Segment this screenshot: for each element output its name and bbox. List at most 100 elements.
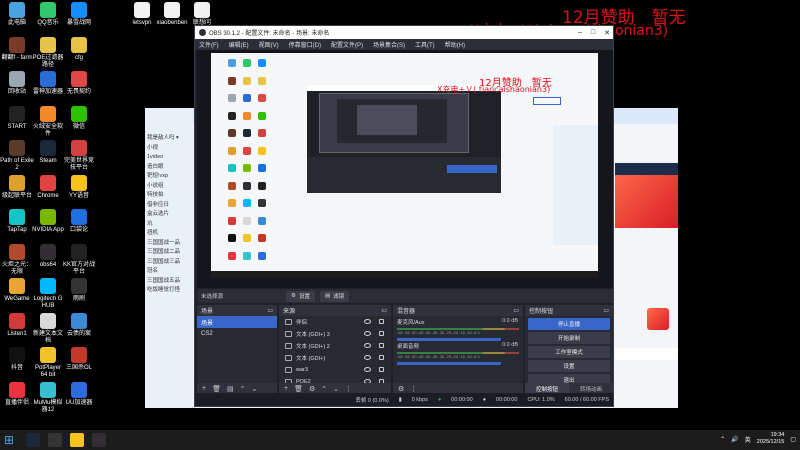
eye-icon[interactable] [364,367,371,372]
menu-item[interactable]: 配置文件(P) [331,40,363,49]
move-down-icon[interactable]: ⌄ [333,385,339,393]
eye-icon[interactable] [364,319,371,324]
desktop-icon[interactable]: KK官方对战平台 [62,243,96,276]
desktop-icon[interactable]: Steam [31,140,65,165]
move-up-icon[interactable]: ⌃ [321,385,327,393]
desktop-icon[interactable]: 暴雪战网 [62,2,96,27]
close-icon[interactable]: ✕ [604,29,610,37]
desktop-icon[interactable]: 口袋论 [62,209,96,234]
dock-menu-icon[interactable]: ▭ [267,307,273,314]
dock-menu-icon[interactable]: ▭ [513,307,519,314]
source-item[interactable]: war3 [279,364,391,376]
obs-preview[interactable]: 12月赞助 暂无 X充电+Ｖ( tiancaishaonian3) [197,50,613,288]
desktop-icon[interactable]: Chrome [31,174,65,200]
volume-slider[interactable] [397,362,501,365]
source-item[interactable]: 文本 (GDI+) 3 [279,328,391,340]
desktop-icon[interactable]: 完美世界竞技平台 [62,140,96,172]
lock-icon[interactable] [379,319,384,324]
desktop-icon[interactable]: 雷神加速器 [31,71,65,96]
add-source-icon[interactable]: + [284,385,288,392]
source-item[interactable]: 伴侣 [279,316,391,328]
clock[interactable]: 19:34 2025/12/15 [757,432,785,446]
desktop-icon[interactable]: WeGame [0,278,34,303]
input-language[interactable]: 英 [745,435,751,444]
add-scene-icon[interactable]: + [202,385,206,392]
source-item[interactable]: 文本 (GDI+) [279,352,391,364]
eye-icon[interactable] [364,343,371,348]
delete-source-icon[interactable]: 🗑 [294,385,303,393]
desktop-icon[interactable]: UU加速器 [62,381,96,407]
control-button[interactable]: 停止直播 [528,318,610,330]
eye-icon[interactable] [364,331,371,336]
eye-icon[interactable] [364,355,371,360]
menu-item[interactable]: 文件(F) [199,40,219,49]
desktop-icon[interactable]: Logitech G HUB [31,278,65,310]
desktop-icon[interactable]: 抖音 [0,347,34,372]
lock-icon[interactable] [379,331,384,336]
chevron-up-icon[interactable]: ⌃ [720,436,725,443]
desktop-icon[interactable]: 翻翻f - farm [0,36,34,62]
lock-icon[interactable] [379,355,384,360]
desktop-icon[interactable]: 雨刷 [62,278,96,303]
delete-scene-icon[interactable]: 🗑 [212,385,221,393]
desktop-icon[interactable]: 无畏契约 [62,71,96,96]
desktop-icon[interactable]: 回收站 [0,71,34,96]
desktop-icon[interactable]: 火绒安全软件 [31,105,65,138]
scene-filter-icon[interactable]: ▤ [227,385,234,393]
obs-yy-icon[interactable] [70,433,84,447]
desktop-icon[interactable]: obs64 [31,243,65,269]
desktop-icon[interactable]: START [0,105,34,131]
desktop-icon[interactable]: Listen1 [0,312,34,338]
lock-icon[interactable] [379,343,384,348]
desktop-icon[interactable]: 火炬之光：无限 [0,243,34,276]
source-filters-button[interactable]: ▤ 滤镜 [319,290,350,302]
source-item[interactable]: 文本 (GDI+) 2 [279,340,391,352]
dock-menu-icon[interactable]: ▭ [381,307,387,314]
steam-icon[interactable] [26,433,40,447]
notification-icon[interactable]: ▢ [790,436,796,443]
maximize-icon[interactable]: □ [591,29,595,36]
desktop-file-icon[interactable]: letsvpn [125,2,159,27]
desktop-icon[interactable]: TapTap [0,209,34,234]
speaker-icon[interactable]: 🔊 [731,436,738,443]
control-button[interactable]: 工作室模式 [528,346,610,358]
desktop-icon[interactable]: 直播伴侣 [0,381,34,407]
move-down-icon[interactable]: ⌄ [251,385,257,393]
desktop-icon[interactable]: 此电脑 [0,2,34,27]
badge-5yuan[interactable] [647,308,669,330]
desktop-icon[interactable]: 级起联平台 [0,174,34,200]
desktop-icon[interactable]: 新建文本文档 [31,312,65,345]
obs-icon[interactable] [92,433,106,447]
scene-item[interactable]: CS2 [197,328,277,340]
windows-icon[interactable]: ⊞ [4,433,18,447]
more-icon[interactable]: ⋮ [410,385,417,393]
audio-settings-icon[interactable]: ⚙ [398,385,404,393]
desktop-icon[interactable]: PotPlayer 64 bit [31,347,65,379]
source-settings-button[interactable]: ⚙ 设置 [286,290,315,302]
ad-banner[interactable] [615,168,678,228]
source-properties-icon[interactable]: ⚙ [309,385,315,393]
menu-item[interactable]: 工具(T) [415,40,435,49]
desktop-icon[interactable]: YY语音 [62,174,96,200]
menu-item[interactable]: 场景集合(S) [373,40,405,49]
control-button[interactable]: 开始录制 [528,332,610,344]
menu-item[interactable]: 帮助(H) [445,40,465,49]
more-icon[interactable]: ⋮ [345,385,352,393]
minimize-icon[interactable]: – [578,29,582,36]
move-up-icon[interactable]: ⌃ [240,385,246,393]
desktop-icon[interactable]: 微信 [62,105,96,131]
control-button[interactable]: 设置 [528,360,610,372]
kk-icon[interactable] [48,433,62,447]
dock-menu-icon[interactable]: ▭ [603,307,609,314]
desktop-icon[interactable]: Path of Exile 2 [0,140,34,172]
desktop-icon[interactable]: cfg [62,36,96,62]
menu-item[interactable]: 视图(V) [259,40,279,49]
scene-item[interactable]: 场景 [197,316,277,328]
menu-item[interactable]: 编辑(E) [229,40,249,49]
desktop-icon[interactable]: NVIDIA App [31,209,65,234]
lock-icon[interactable] [379,367,384,372]
menu-item[interactable]: 停靠窗口(D) [289,40,321,49]
desktop-icon[interactable]: 三国杀OL [62,347,96,372]
desktop-icon[interactable]: MuMu模拟器12 [31,381,65,414]
desktop-file-icon[interactable]: 联想问 [185,2,219,27]
